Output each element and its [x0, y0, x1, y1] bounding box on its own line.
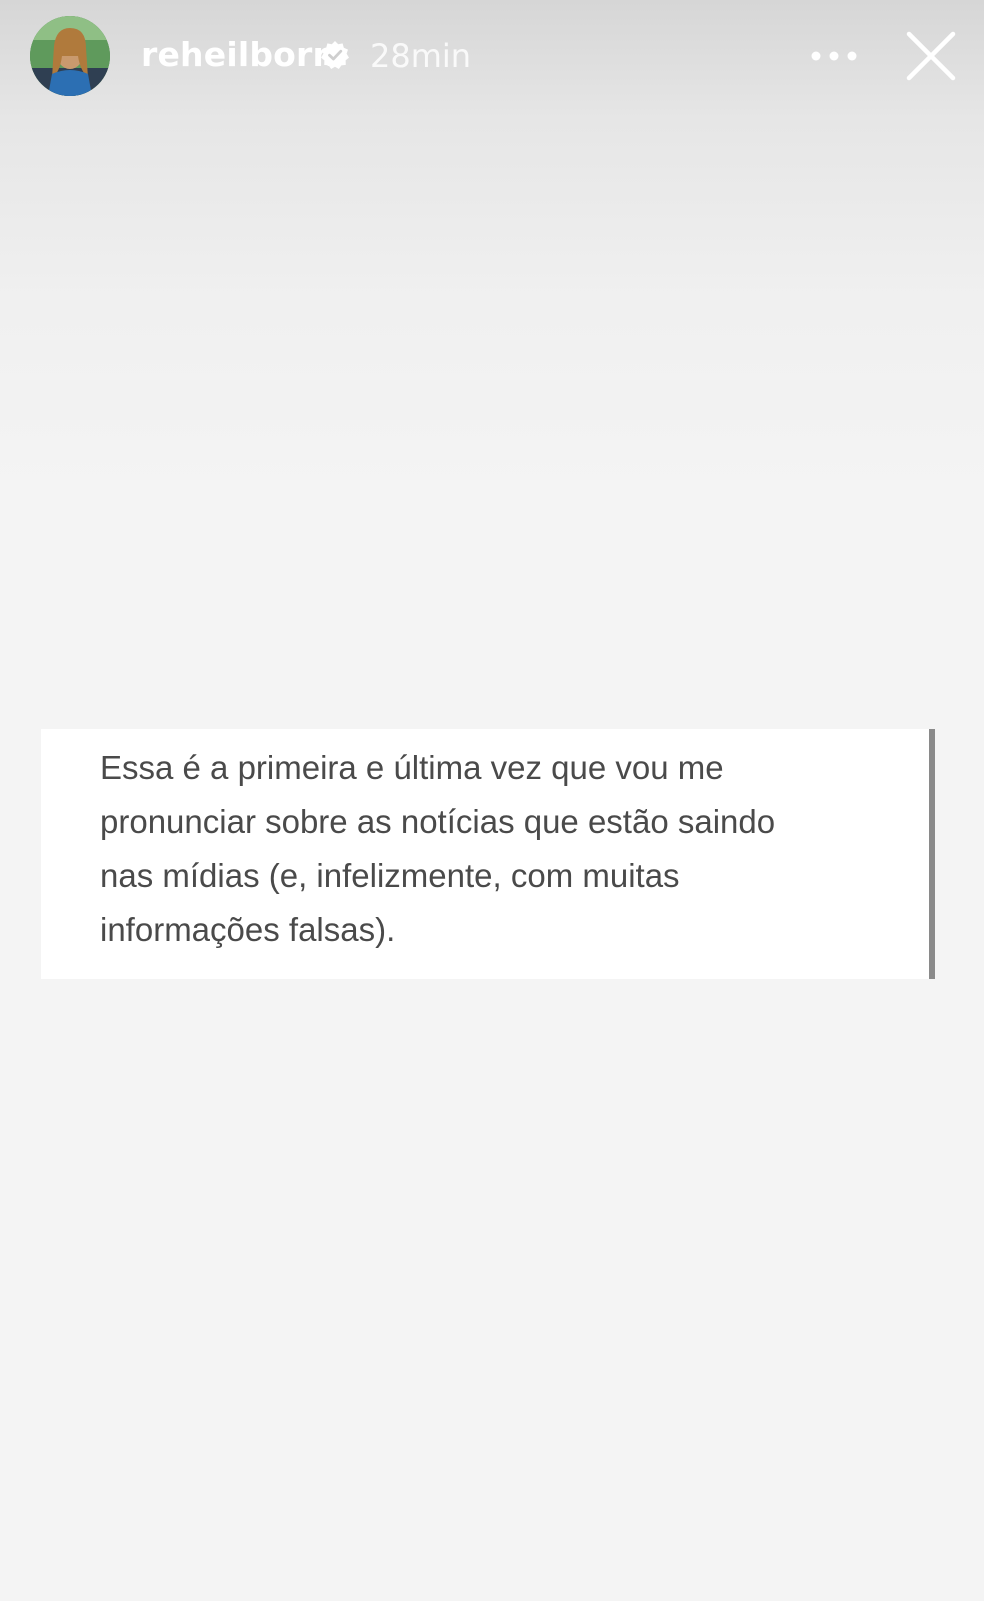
- verified-badge-icon: [321, 41, 349, 69]
- avatar[interactable]: [30, 16, 110, 96]
- card-scroll-indicator: [929, 729, 935, 979]
- story-text-line: informações falsas).: [100, 911, 396, 948]
- close-icon: [906, 31, 956, 81]
- story-text-line: Essa é a primeira e última vez que vou m…: [100, 749, 724, 786]
- username[interactable]: reheilborn: [141, 34, 336, 76]
- more-options-button[interactable]: [806, 36, 862, 76]
- story-header: reheilborn 28min: [0, 0, 984, 114]
- story-text: Essa é a primeira e última vez que vou m…: [100, 741, 890, 957]
- story-text-card: Essa é a primeira e última vez que vou m…: [41, 729, 935, 979]
- more-horizontal-icon: [811, 51, 857, 61]
- story-text-line: pronunciar sobre as notícias que estão s…: [100, 803, 776, 840]
- avatar-image: [30, 16, 110, 96]
- close-button[interactable]: [905, 30, 957, 82]
- story-viewer[interactable]: reheilborn 28min Essa é a primeira e últ…: [0, 0, 984, 1601]
- post-timestamp: 28min: [370, 37, 472, 75]
- story-text-line: nas mídias (e, infelizmente, com muitas: [100, 857, 680, 894]
